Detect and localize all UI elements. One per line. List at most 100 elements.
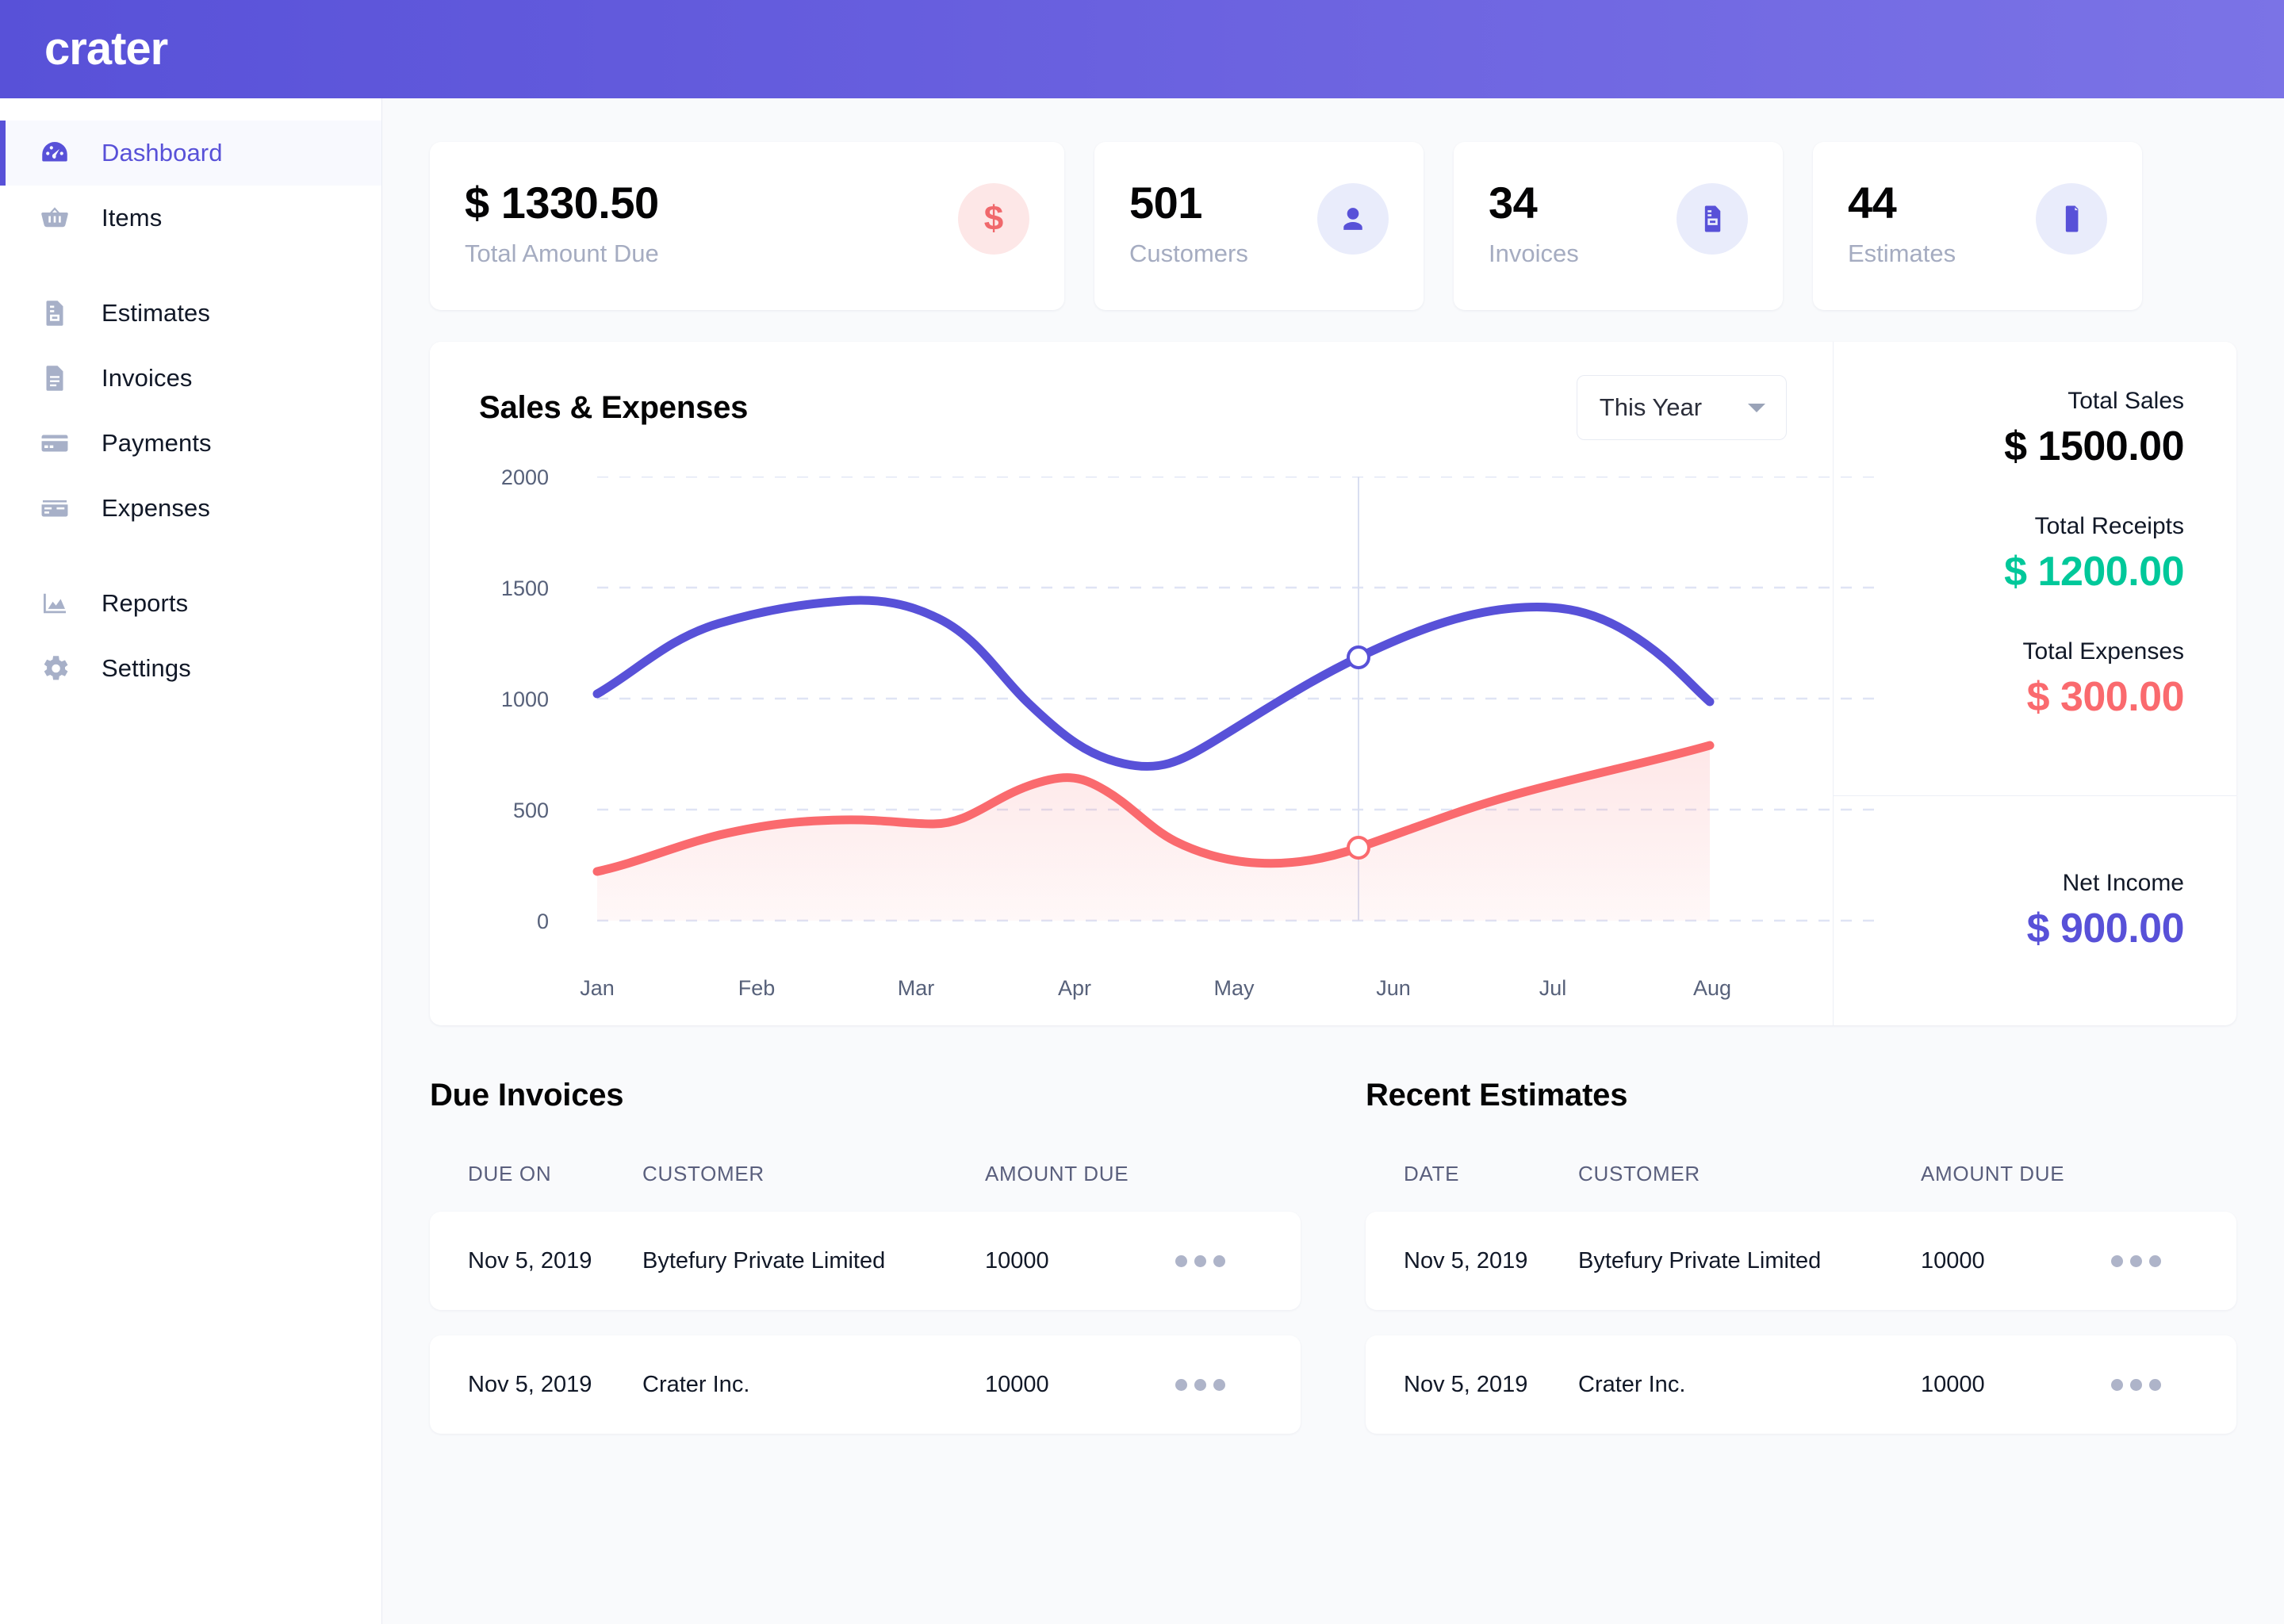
sidebar-nav: Dashboard Items Estimates Invoices Payme… <box>0 98 381 701</box>
chevron-down-icon <box>1747 403 1765 412</box>
sidebar-item-label: Reports <box>102 589 189 617</box>
cell-actions <box>2111 1254 2198 1267</box>
top-brand-bar: crater <box>0 0 2284 98</box>
sidebar-item-expenses[interactable]: Expenses <box>0 476 381 541</box>
column-header-due-on: DUE ON <box>468 1161 552 1185</box>
invoice-doc-icon <box>1677 183 1748 255</box>
period-select-value: This Year <box>1599 393 1703 421</box>
stat-label: Customers <box>1129 239 1248 267</box>
sidebar-item-label: Items <box>102 204 163 232</box>
estimate-doc-icon <box>2036 183 2107 255</box>
cell-date: Nov 5, 2019 <box>468 1247 592 1274</box>
recent-estimates-section: Recent Estimates DATE CUSTOMER AMOUNT DU… <box>1366 1078 2236 1459</box>
stat-card-invoices[interactable]: 34 Invoices <box>1454 142 1783 310</box>
more-options-icon[interactable] <box>2111 1378 2198 1391</box>
more-options-icon[interactable] <box>1175 1378 1263 1391</box>
gauge-icon <box>36 135 73 171</box>
app-logo[interactable]: crater <box>0 26 168 72</box>
due-invoices-section: Due Invoices DUE ON CUSTOMER AMOUNT DUE … <box>430 1078 1301 1459</box>
total-sales-label: Total Sales <box>2067 388 2184 414</box>
column-header-amount-due: AMOUNT DUE <box>985 1161 1129 1185</box>
cell-amount: 10000 <box>1921 1371 1985 1397</box>
x-tick-aug: Aug <box>1692 976 1732 1000</box>
chart-area-icon <box>36 585 73 622</box>
stat-text: 44 Estimates <box>1848 178 1956 268</box>
cell-date: Nov 5, 2019 <box>468 1371 592 1397</box>
total-sales-amount: $ 1500.00 <box>2004 423 2184 469</box>
x-tick-mar: Mar <box>897 976 935 1000</box>
cell-actions <box>2111 1378 2198 1391</box>
dollar-glyph: $ <box>983 199 1004 238</box>
stat-value: 34 <box>1489 178 1538 228</box>
column-header-customer: CUSTOMER <box>642 1161 765 1185</box>
estimate-doc-icon <box>36 295 73 331</box>
sidebar-divider-2 <box>0 541 381 571</box>
expense-card-icon <box>36 490 73 527</box>
bottom-tables: Due Invoices DUE ON CUSTOMER AMOUNT DUE … <box>430 1078 2236 1459</box>
column-header-customer: CUSTOMER <box>1578 1161 1700 1185</box>
sidebar-divider-1 <box>0 251 381 281</box>
sidebar-item-label: Settings <box>102 654 191 682</box>
x-tick-jun: Jun <box>1376 976 1411 1000</box>
dollar-icon: $ <box>958 183 1029 255</box>
table-row[interactable]: Nov 5, 2019 Bytefury Private Limited 100… <box>430 1212 1301 1310</box>
stat-card-customers[interactable]: 501 Customers <box>1094 142 1424 310</box>
sidebar-item-label: Dashboard <box>102 139 223 167</box>
cell-amount: 10000 <box>985 1247 1049 1274</box>
cell-customer: Crater Inc. <box>642 1371 750 1397</box>
period-select[interactable]: This Year <box>1576 375 1787 440</box>
chart-header: Sales & Expenses This Year <box>430 375 1833 440</box>
x-tick-feb: Feb <box>738 976 776 1000</box>
more-options-icon[interactable] <box>1175 1254 1263 1267</box>
x-tick-may: May <box>1213 976 1255 1000</box>
sidebar-item-estimates[interactable]: Estimates <box>0 281 381 346</box>
sidebar-item-items[interactable]: Items <box>0 186 381 251</box>
chart-title: Sales & Expenses <box>479 389 749 425</box>
total-sales-block: Total Sales $ 1500.00 <box>1834 388 2184 470</box>
cell-actions <box>1175 1378 1263 1391</box>
main-content: $ 1330.50 Total Amount Due $ 501 Custome… <box>382 98 2284 1624</box>
x-axis-labels: Jan Feb Mar Apr May Jun Jul Aug <box>430 976 1907 1016</box>
cell-amount: 10000 <box>985 1371 1049 1397</box>
sidebar-item-payments[interactable]: Payments <box>0 411 381 476</box>
stats-row: $ 1330.50 Total Amount Due $ 501 Custome… <box>430 142 2236 310</box>
cell-actions <box>1175 1254 1263 1267</box>
invoice-doc-icon <box>36 360 73 396</box>
table-row[interactable]: Nov 5, 2019 Bytefury Private Limited 100… <box>1366 1212 2236 1310</box>
stat-text: 501 Customers <box>1129 178 1248 268</box>
x-tick-jan: Jan <box>580 976 615 1000</box>
cell-customer: Bytefury Private Limited <box>642 1247 886 1274</box>
stat-text: 34 Invoices <box>1489 178 1579 268</box>
sidebar-item-reports[interactable]: Reports <box>0 571 381 636</box>
stat-card-total-amount-due[interactable]: $ 1330.50 Total Amount Due $ <box>430 142 1064 310</box>
column-header-amount-due: AMOUNT DUE <box>1921 1161 2065 1185</box>
gear-icon <box>36 650 73 687</box>
sidebar-item-invoices[interactable]: Invoices <box>0 346 381 411</box>
sidebar: Dashboard Items Estimates Invoices Payme… <box>0 98 382 1624</box>
sales-expenses-chart[interactable] <box>430 477 1907 968</box>
basket-icon <box>36 200 73 236</box>
sales-expenses-panel: Sales & Expenses This Year 2000 1500 100… <box>430 342 2236 1025</box>
stat-text: $ 1330.50 Total Amount Due <box>465 178 659 268</box>
chart-container: Sales & Expenses This Year 2000 1500 100… <box>430 342 1877 1025</box>
cell-amount: 10000 <box>1921 1247 1985 1274</box>
sidebar-item-label: Invoices <box>102 364 193 392</box>
cell-date: Nov 5, 2019 <box>1404 1247 1528 1274</box>
stat-card-estimates[interactable]: 44 Estimates <box>1813 142 2142 310</box>
cell-customer: Crater Inc. <box>1578 1371 1686 1397</box>
sidebar-item-label: Expenses <box>102 494 210 522</box>
due-invoices-header: DUE ON CUSTOMER AMOUNT DUE <box>430 1136 1301 1212</box>
more-options-icon[interactable] <box>2111 1254 2198 1267</box>
stat-value: 501 <box>1129 178 1202 228</box>
sidebar-item-dashboard[interactable]: Dashboard <box>0 121 381 186</box>
user-icon <box>1317 183 1389 255</box>
sidebar-item-label: Payments <box>102 429 212 457</box>
table-row[interactable]: Nov 5, 2019 Crater Inc. 10000 <box>1366 1335 2236 1434</box>
table-row[interactable]: Nov 5, 2019 Crater Inc. 10000 <box>430 1335 1301 1434</box>
x-tick-jul: Jul <box>1539 976 1567 1000</box>
stat-label: Estimates <box>1848 239 1956 267</box>
sidebar-item-settings[interactable]: Settings <box>0 636 381 701</box>
stat-value: 44 <box>1848 178 1897 228</box>
stat-label: Invoices <box>1489 239 1579 267</box>
stat-value: $ 1330.50 <box>465 178 659 228</box>
